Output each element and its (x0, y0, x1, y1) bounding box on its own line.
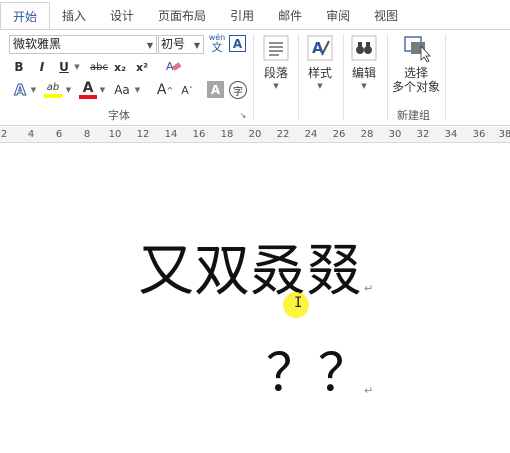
subscript-button[interactable]: x₂ (111, 58, 129, 76)
select-multiple-objects-button[interactable]: 选择 多个对象 (390, 34, 442, 94)
select-label-line1: 选择 (403, 66, 428, 80)
ruler-tick: 34 (444, 129, 458, 140)
paragraph-mark-icon: ↵ (364, 282, 374, 295)
shrink-font-text: A (181, 83, 189, 97)
underline-button[interactable]: U (56, 58, 72, 76)
highlight-text: ab (46, 82, 60, 93)
grow-font-text: A (156, 82, 167, 98)
tab-review[interactable]: 审阅 (314, 0, 362, 30)
ruler-tick: 22 (276, 129, 290, 140)
select-objects-icon (401, 34, 431, 62)
text-effects-button[interactable]: A (11, 80, 29, 100)
editing-label: 编辑 (351, 66, 376, 80)
text-cursor-icon: I (294, 295, 303, 311)
clear-formatting-button[interactable]: A (164, 57, 184, 77)
ruler-tick: 18 (220, 129, 234, 140)
shrink-arrow-icon: ˇ (188, 85, 193, 95)
ruler-tick: 30 (388, 129, 402, 140)
group-divider (253, 34, 254, 120)
tab-design[interactable]: 设计 (98, 0, 146, 30)
chevron-down-icon: ▼ (317, 82, 323, 90)
binoculars-icon (349, 34, 379, 62)
font-group-label: 字体 (108, 109, 130, 122)
dialog-launcher-icon[interactable]: ↘ (238, 110, 248, 120)
grow-font-button[interactable]: A ^ (156, 80, 174, 100)
styles-label: 样式 (307, 66, 332, 80)
chevron-down-icon[interactable]: ▼ (147, 37, 153, 54)
font-color-bar (79, 95, 97, 99)
ruler-tick: 38 (498, 129, 510, 140)
strikethrough-button[interactable]: abc (88, 58, 110, 76)
change-case-button[interactable]: Aa (111, 80, 133, 100)
ruler-tick: 12 (136, 129, 150, 140)
ruler-tick: 8 (83, 129, 91, 140)
ruler-tick: 24 (304, 129, 318, 140)
chevron-down-icon[interactable]: ▼ (98, 82, 107, 98)
paragraph-button[interactable]: 段落 ▼ (255, 34, 297, 90)
paragraph-mark-icon: ↵ (364, 384, 374, 397)
font-size-combobox[interactable]: 初号 ▼ (158, 35, 204, 54)
ruler-tick: 6 (55, 129, 63, 140)
font-name-value: 微软雅黑 (13, 37, 62, 51)
chevron-down-icon: ▼ (273, 82, 279, 90)
phonetic-guide-button[interactable]: wén 文 (207, 33, 227, 55)
new-group-label: 新建组 (397, 109, 430, 122)
character-border-button[interactable]: A (229, 35, 246, 52)
horizontal-ruler[interactable]: 2 4 6 8 10 12 14 16 18 20 22 24 26 28 30… (0, 127, 510, 143)
group-divider (387, 34, 388, 120)
italic-button[interactable]: I (34, 58, 50, 76)
ruler-tick: 2 (0, 129, 8, 140)
tab-insert[interactable]: 插入 (50, 0, 98, 30)
ruler-tick: 4 (27, 129, 35, 140)
paragraph-label: 段落 (263, 66, 288, 80)
chevron-down-icon: ▼ (361, 82, 367, 90)
ruler-tick: 20 (248, 129, 262, 140)
font-color-text: A (82, 80, 94, 96)
ribbon-tab-bar: 开始 插入 设计 页面布局 引用 邮件 审阅 视图 (0, 0, 510, 30)
shrink-font-button[interactable]: Aˇ (178, 80, 196, 100)
ruler-tick: 10 (108, 129, 122, 140)
document-page[interactable]: 又双叒叕 ↵ I ？？ ↵ (0, 144, 510, 453)
tab-page-layout[interactable]: 页面布局 (146, 0, 218, 30)
grow-arrow-icon: ^ (166, 85, 174, 95)
superscript-button[interactable]: x² (133, 58, 151, 76)
chevron-down-icon[interactable]: ▼ (29, 82, 38, 98)
ruler-tick: 28 (360, 129, 374, 140)
document-line-2[interactable]: ？？ (266, 344, 370, 404)
ruler-tick: 14 (164, 129, 178, 140)
select-label-line2: 多个对象 (391, 80, 440, 94)
enclose-characters-button[interactable]: 字 (229, 81, 247, 99)
tab-references[interactable]: 引用 (218, 0, 266, 30)
phonetic-guide-icon: 文 (211, 41, 223, 54)
editing-button[interactable]: 编辑 ▼ (343, 34, 385, 90)
ribbon: 微软雅黑 ▼ 初号 ▼ wén 文 A B I U ▼ abc x₂ x² A … (0, 30, 510, 126)
paragraph-icon (261, 34, 291, 62)
tab-home[interactable]: 开始 (0, 2, 51, 30)
highlight-color-bar (44, 94, 62, 98)
tab-mailings[interactable]: 邮件 (266, 0, 314, 30)
bold-button[interactable]: B (11, 58, 27, 76)
document-line-1[interactable]: 又双叒叕 (138, 240, 362, 304)
font-size-value: 初号 (161, 37, 186, 51)
tab-view[interactable]: 视图 (362, 0, 410, 30)
text-highlight-button[interactable]: ab (42, 79, 64, 101)
chevron-down-icon[interactable]: ▼ (194, 37, 200, 54)
chevron-down-icon[interactable]: ▼ (64, 82, 73, 98)
font-name-combobox[interactable]: 微软雅黑 ▼ (9, 35, 157, 54)
chevron-down-icon[interactable]: ▼ (133, 82, 142, 98)
character-shading-button[interactable]: A (207, 81, 224, 98)
ruler-tick: 26 (332, 129, 346, 140)
styles-icon: A (305, 34, 335, 62)
styles-button[interactable]: A 样式 ▼ (299, 34, 341, 90)
ruler-tick: 16 (192, 129, 206, 140)
ruler-tick: 32 (416, 129, 430, 140)
font-color-button[interactable]: A (77, 79, 99, 101)
chevron-down-icon[interactable]: ▼ (72, 59, 82, 75)
ruler-tick: 36 (472, 129, 486, 140)
eraser-icon: A (166, 60, 182, 73)
group-divider (445, 34, 446, 120)
